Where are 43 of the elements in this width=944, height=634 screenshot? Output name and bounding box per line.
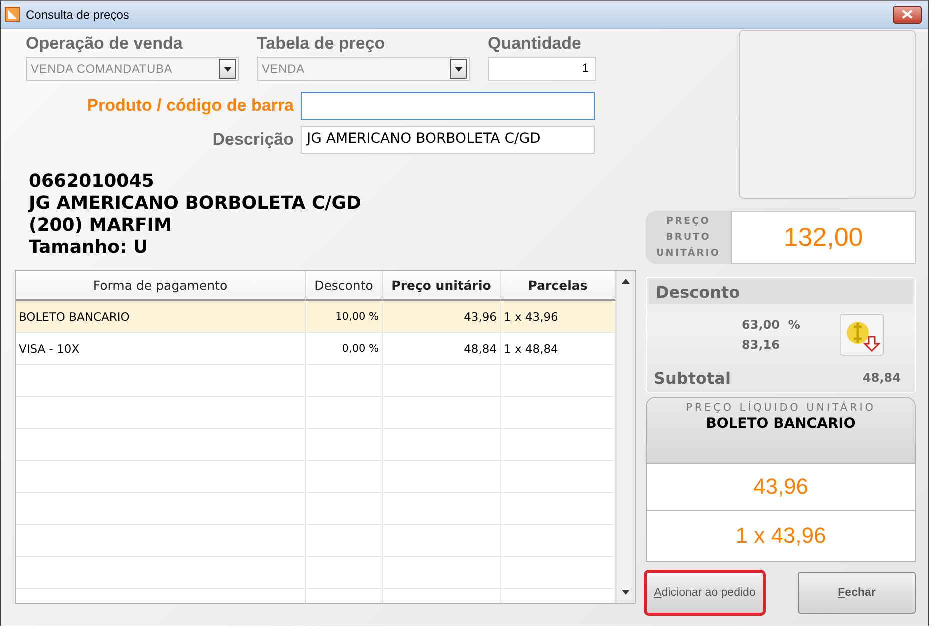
close-button[interactable]: Fechar (798, 572, 916, 614)
gross-price-value: 132,00 (731, 211, 916, 264)
product-size: Tamanho: U (29, 237, 148, 259)
field-label: Operação de venda (26, 34, 184, 55)
subtotal-label: Subtotal (654, 368, 731, 388)
discount-title: Desconto (649, 280, 913, 304)
gross-price-label: PREÇO BRUTO UNITÁRIO (646, 211, 731, 264)
field-label: Quantidade (488, 34, 583, 55)
discount-cell: 10,00 % (306, 301, 383, 333)
unit-price-cell: 48,84 (383, 333, 501, 365)
window-title: Consulta de preços (26, 8, 130, 22)
discount-amount: 83,16 (742, 338, 781, 352)
scroll-up-icon[interactable] (622, 279, 630, 284)
net-price-title: PREÇO LÍQUIDO UNITÁRIO (686, 402, 876, 414)
app-icon (5, 7, 20, 22)
column-header[interactable]: Forma de pagamento (16, 271, 306, 301)
unit-price-cell: 43,96 (383, 301, 501, 333)
column-header[interactable]: Desconto (306, 271, 383, 301)
payment-method: BOLETO BANCARIO (706, 416, 856, 432)
net-price-value: 43,96 (647, 464, 915, 511)
payment-method-cell: BOLETO BANCARIO (16, 301, 306, 333)
product-color: (200) MARFIM (29, 215, 172, 237)
discount-cell: 0,00 % (306, 333, 383, 365)
description-field[interactable]: JG AMERICANO BORBOLETA C/GD (301, 126, 595, 154)
product-field[interactable] (301, 92, 595, 120)
product-name: JG AMERICANO BORBOLETA C/GD (29, 193, 362, 215)
subtotal-value: 48,84 (863, 371, 901, 385)
payment-method-cell: VISA - 10X (16, 333, 306, 365)
add-to-order-button[interactable]: Adicionar ao pedido (646, 572, 764, 614)
field-label: Tabela de preço (257, 34, 386, 55)
discount-icon[interactable] (840, 314, 884, 356)
scrollbar[interactable] (616, 271, 635, 603)
column-header[interactable]: Preço unitário (383, 271, 501, 301)
product-code: 0662010045 (29, 171, 154, 193)
installments-value: 1 x 43,96 (734, 522, 828, 550)
quantity-field[interactable]: 1 (488, 57, 596, 81)
field-label: Descrição (212, 130, 294, 150)
column-header[interactable]: Parcelas (501, 271, 616, 301)
discount-percent: 63,00 % (742, 318, 802, 332)
scroll-down-icon[interactable] (622, 590, 630, 595)
field-label: Produto / código de barra (86, 96, 294, 116)
close-icon[interactable] (893, 6, 922, 24)
installments-cell: 1 x 43,96 (501, 301, 616, 333)
